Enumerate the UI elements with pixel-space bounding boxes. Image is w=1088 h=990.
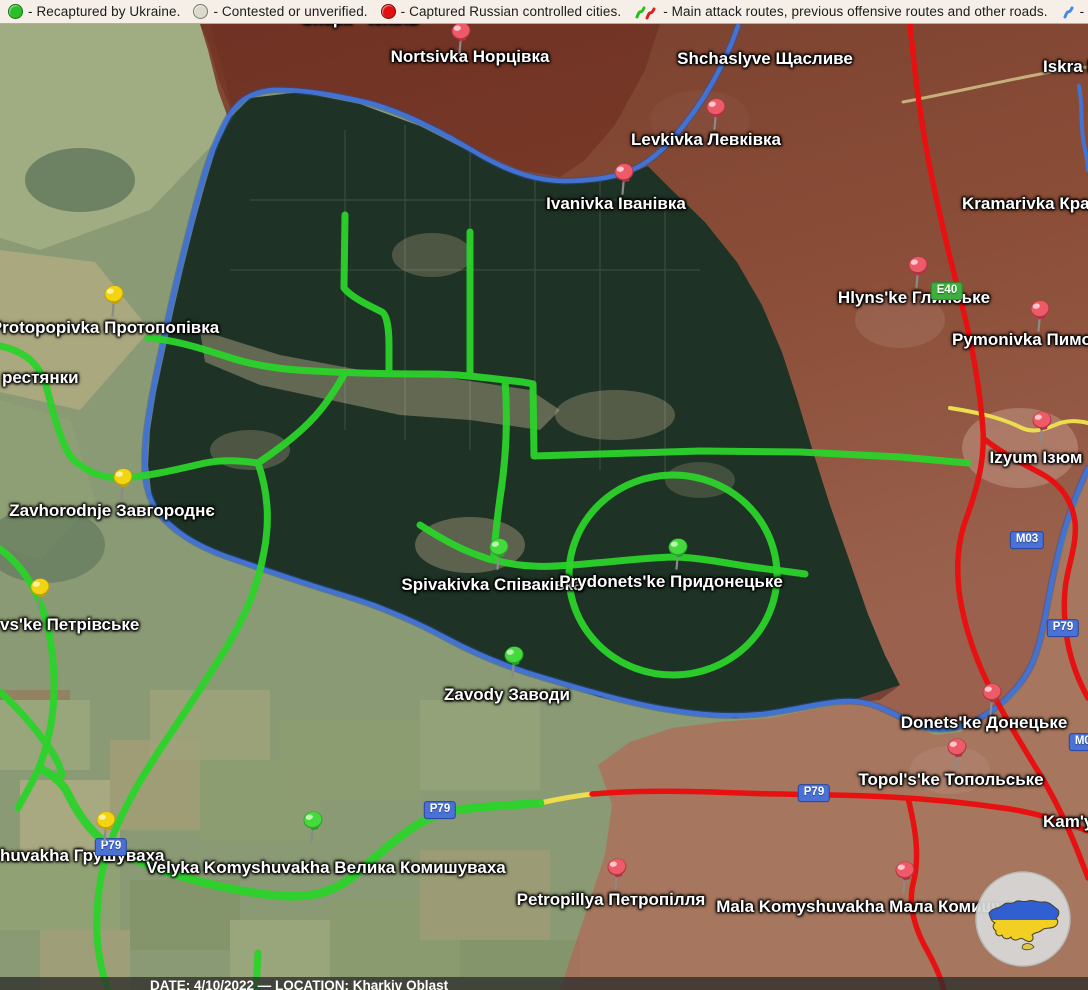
hlynske-pin[interactable] bbox=[905, 255, 931, 289]
protopopivka-pin[interactable] bbox=[101, 284, 127, 318]
legend-item-captured: - Captured Russian controlled cities. bbox=[381, 4, 622, 19]
legend-label: - Recaptured by Ukraine. bbox=[28, 4, 180, 19]
zavody-pin[interactable] bbox=[501, 645, 527, 679]
legend-label: - Contested or unverified. bbox=[213, 4, 367, 19]
road-badge-m03-3: M03 bbox=[1069, 733, 1088, 751]
rivers-icon bbox=[1061, 4, 1075, 20]
hrushuvakha-pin[interactable] bbox=[93, 810, 119, 844]
legend-label: - Captured Russian controlled cities. bbox=[401, 4, 622, 19]
legend-item-rivers: - Rivers bbox=[1061, 4, 1088, 20]
prydonetske-pin[interactable] bbox=[665, 537, 691, 571]
spivakivka-pin[interactable] bbox=[486, 537, 512, 571]
zavhorodnje-pin[interactable] bbox=[110, 467, 136, 501]
legend-item-contested: - Contested or unverified. bbox=[193, 4, 367, 19]
attack-routes-icon bbox=[634, 4, 658, 20]
ivanivka-pin[interactable] bbox=[611, 162, 637, 196]
road-badge-e40-0: E40 bbox=[931, 282, 963, 300]
levkivka-pin[interactable] bbox=[703, 97, 729, 131]
captured-dot-icon bbox=[381, 4, 396, 19]
map-canvas[interactable]: - Recaptured by Ukraine. - Contested or u… bbox=[0, 0, 1088, 990]
pymonivka-pin[interactable] bbox=[1027, 299, 1053, 333]
petrivske-pin[interactable] bbox=[27, 577, 53, 611]
donetske-pin[interactable] bbox=[979, 682, 1005, 716]
legend-item-recaptured: - Recaptured by Ukraine. bbox=[8, 4, 180, 19]
legend-bar: - Recaptured by Ukraine. - Contested or u… bbox=[0, 0, 1088, 24]
road-badge-p79-4: P79 bbox=[798, 784, 830, 802]
road-badge-p79-5: P79 bbox=[424, 801, 456, 819]
legend-label: - Main attack routes, previous offensive… bbox=[663, 4, 1047, 19]
petropillya-pin[interactable] bbox=[604, 857, 630, 891]
velyka-komyshuvakha-pin[interactable] bbox=[300, 810, 326, 844]
nortsivka-pin[interactable] bbox=[448, 21, 474, 55]
terrain-layers bbox=[0, 0, 1088, 990]
mala-komyshuvakha-pin[interactable] bbox=[892, 860, 918, 894]
legend-item-routes: - Main attack routes, previous offensive… bbox=[634, 4, 1047, 20]
road-badge-p79-2: P79 bbox=[1047, 619, 1079, 637]
caption-text: DATE: 4/10/2022 — LOCATION: Kharkiv Obla… bbox=[150, 978, 1088, 990]
legend-label: - Rivers bbox=[1080, 4, 1088, 19]
ukraine-map-logo bbox=[975, 871, 1071, 967]
contested-dot-icon bbox=[193, 4, 208, 19]
bottom-caption: DATE: 4/10/2022 — LOCATION: Kharkiv Obla… bbox=[0, 977, 1088, 990]
recaptured-dot-icon bbox=[8, 4, 23, 19]
izyum-pin[interactable] bbox=[1029, 410, 1055, 444]
road-badge-m03-1: M03 bbox=[1010, 531, 1044, 549]
topolske-pin[interactable] bbox=[944, 737, 970, 771]
